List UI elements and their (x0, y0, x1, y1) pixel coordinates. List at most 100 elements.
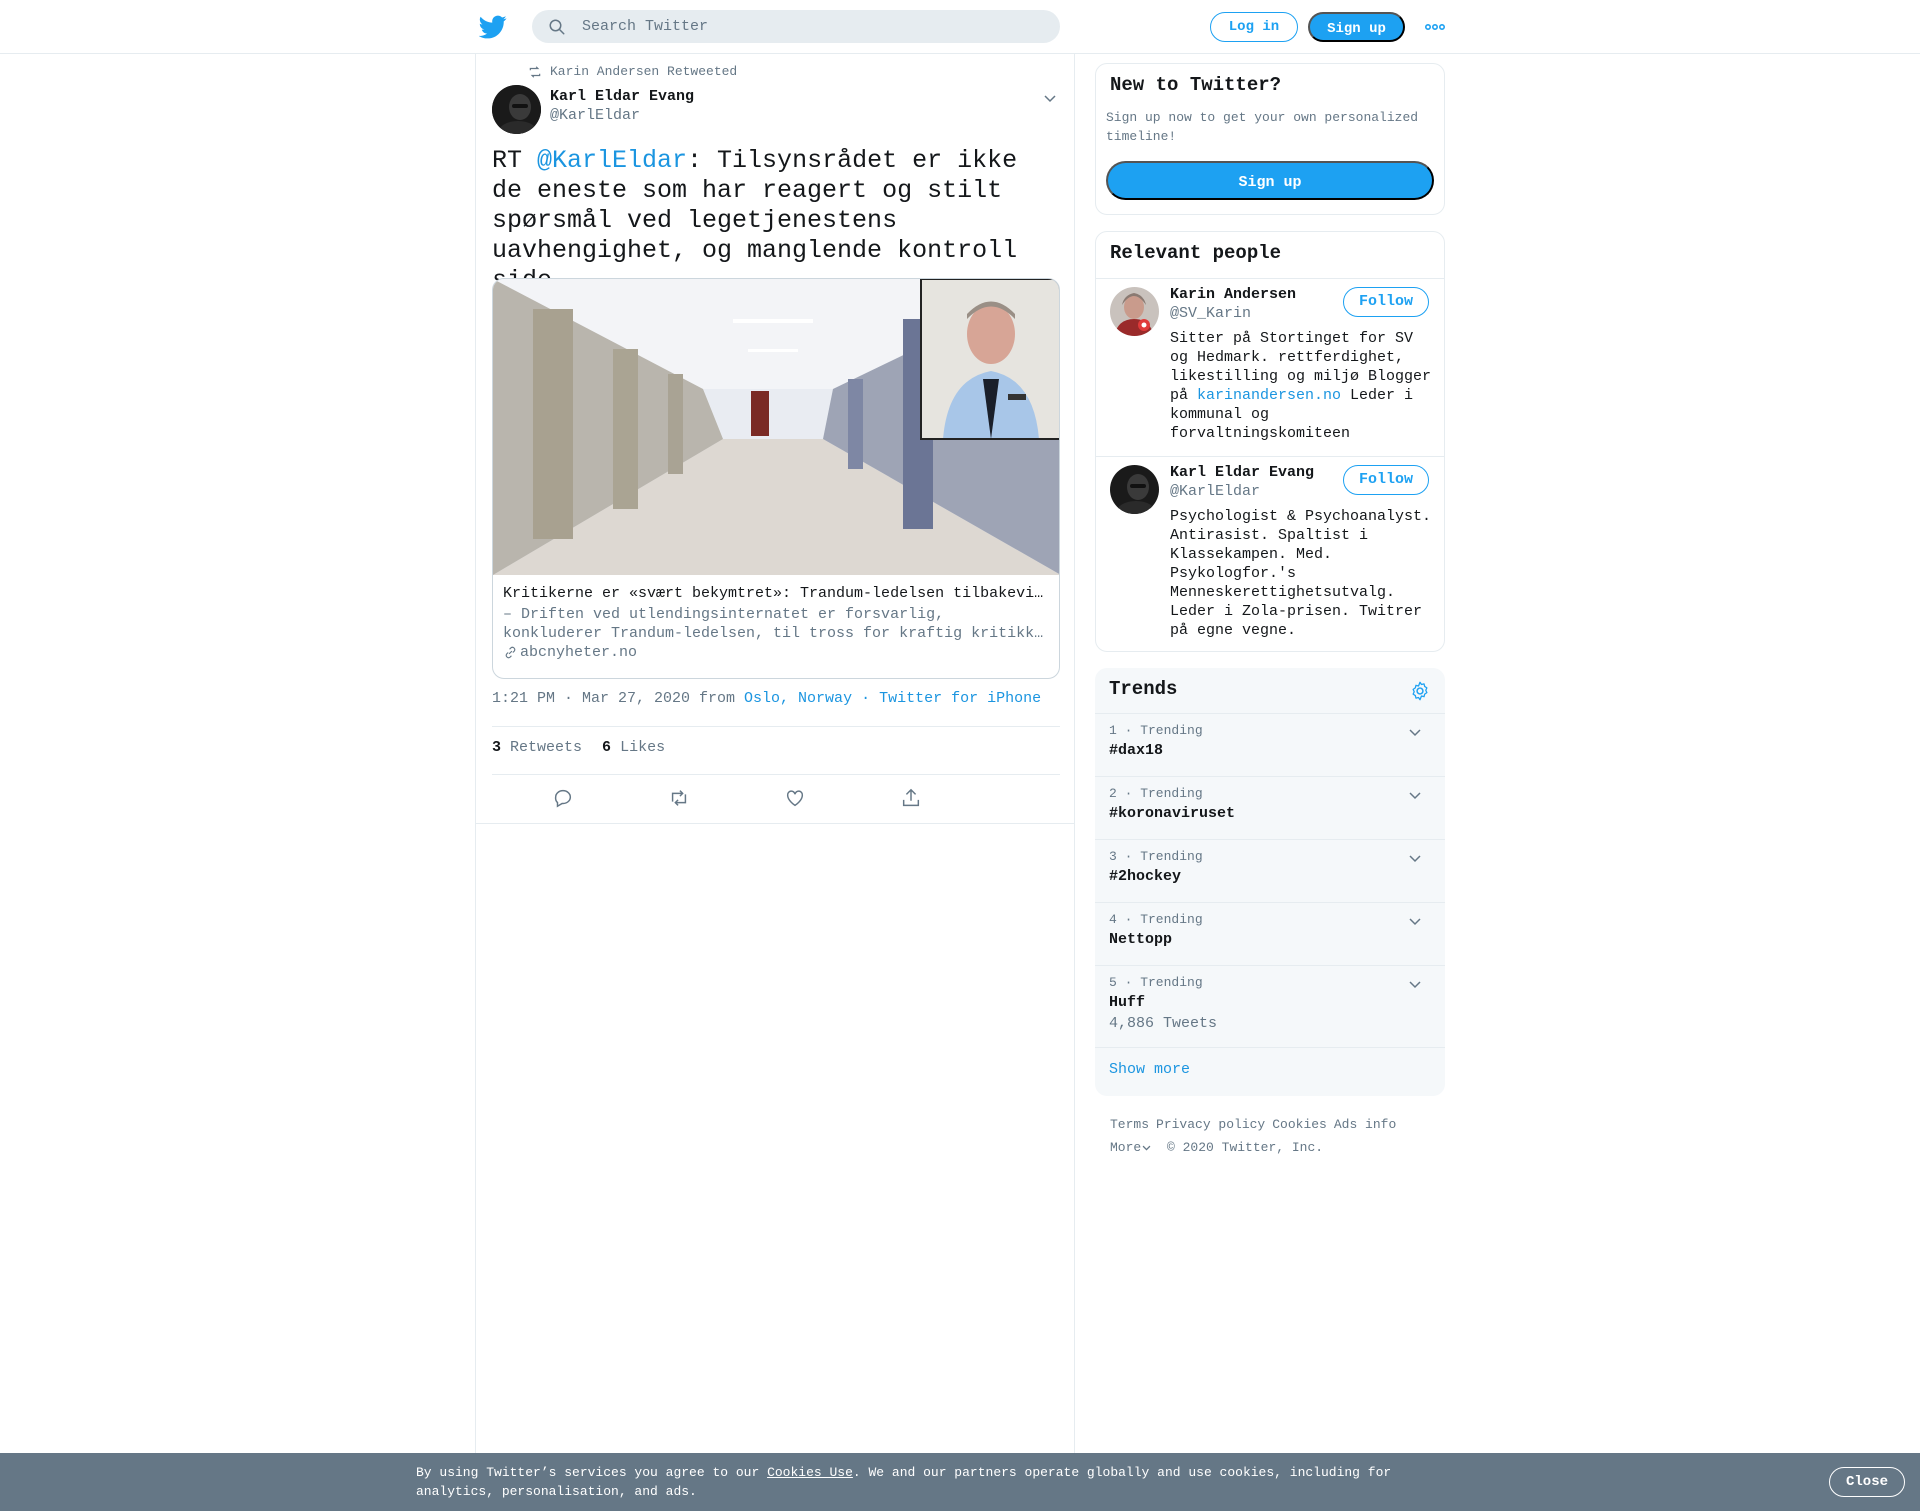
trend-name[interactable]: #2hockey (1109, 868, 1181, 885)
relevant-people-title: Relevant people (1110, 242, 1282, 264)
author-handle[interactable]: @KarlEldar (550, 107, 640, 124)
gear-icon[interactable] (1409, 680, 1431, 702)
person-name[interactable]: Karin Andersen (1170, 286, 1296, 303)
location-link[interactable]: Oslo, Norway (744, 690, 852, 707)
meta-separator: · (852, 690, 880, 707)
trend-item[interactable]: 3 · Trending #2hockey (1095, 839, 1445, 902)
card-description-line: – Driften ved utlendingsinternatet er fo… (503, 606, 945, 623)
trend-count: 4,886 Tweets (1109, 1015, 1218, 1032)
top-bar: Log in Sign up (0, 0, 1920, 54)
like-heart-icon[interactable] (784, 787, 806, 809)
person-avatar[interactable] (1110, 287, 1159, 336)
bio-link[interactable]: karinandersen.no (1197, 387, 1341, 404)
tweet-stats: 3 Retweets 6 Likes (492, 739, 665, 756)
trend-meta: 4 · Trending (1109, 912, 1203, 927)
likes-stat[interactable]: 6 Likes (602, 739, 665, 756)
retweet-icon (529, 65, 541, 78)
card-description-line: konkluderer Trandum-ledelsen, til tross … (503, 625, 1051, 642)
new-to-twitter-text: Sign up now to get your own personalized… (1106, 110, 1419, 144)
divider (1095, 1047, 1445, 1048)
mention-link[interactable]: @KarlEldar (537, 146, 687, 175)
search-icon (549, 19, 565, 35)
person-bio: Sitter på Stortinget for SV og Hedmark. … (1170, 329, 1436, 443)
card-domain-text: abcnyheter.no (520, 644, 638, 661)
sidebar-signup-button[interactable]: Sign up (1106, 161, 1434, 200)
footer-links: Terms Privacy policy Cookies Ads info More … (1110, 1113, 1450, 1159)
trend-item[interactable]: 1 · Trending #dax18 (1095, 713, 1445, 776)
search-box[interactable] (532, 10, 1060, 43)
divider (476, 823, 1074, 824)
person-name[interactable]: Karl Eldar Evang (1170, 464, 1314, 481)
retweets-stat[interactable]: 3 Retweets (492, 739, 582, 756)
ads-info-link[interactable]: Ads info (1334, 1117, 1396, 1132)
share-icon[interactable] (900, 787, 922, 809)
chevron-down-icon (1142, 1145, 1151, 1151)
person-handle[interactable]: @SV_Karin (1170, 305, 1251, 322)
close-cookie-button[interactable]: Close (1829, 1467, 1905, 1497)
link-icon (505, 646, 516, 659)
trend-name[interactable]: Nettopp (1109, 931, 1172, 948)
retweets-label: Retweets (510, 739, 583, 756)
tweet-actions (492, 775, 1060, 823)
card-title[interactable]: Kritikerne er «svært bekymtret»: Trandum… (503, 585, 1051, 602)
new-to-twitter-box: New to Twitter? Sign up now to get your … (1095, 63, 1445, 215)
tweet-text: RT @KarlEldar: Tilsynsrådet er ikke de e… (492, 146, 1062, 296)
person-handle[interactable]: @KarlEldar (1170, 483, 1260, 500)
chevron-down-icon[interactable] (1407, 976, 1423, 992)
terms-link[interactable]: Terms (1110, 1117, 1149, 1132)
trends-title: Trends (1109, 678, 1178, 700)
source-link[interactable]: Twitter for iPhone (879, 690, 1041, 707)
more-options-icon[interactable] (1424, 18, 1446, 36)
tweet-text-prefix: RT (492, 146, 538, 175)
tweet-meta: 1:21 PM · Mar 27, 2020 from Oslo, Norway… (492, 690, 1041, 707)
chevron-down-icon[interactable] (1407, 724, 1423, 740)
tweet-timestamp[interactable]: 1:21 PM · Mar 27, 2020 from (492, 690, 744, 707)
card-domain: abcnyheter.no (503, 644, 637, 661)
relevant-people-box: Relevant people Karin Andersen @SV_Karin… (1095, 231, 1445, 652)
follow-button[interactable]: Follow (1343, 465, 1429, 495)
trend-name[interactable]: #koronaviruset (1109, 805, 1235, 822)
person-card: Karin Andersen @SV_Karin Follow Sitter p… (1096, 279, 1444, 456)
chevron-down-icon[interactable] (1407, 913, 1423, 929)
likes-count: 6 (602, 739, 612, 756)
trend-item[interactable]: 2 · Trending #koronaviruset (1095, 776, 1445, 839)
cookie-text: By using Twitter’s services you agree to… (416, 1463, 1416, 1501)
link-card[interactable]: Kritikerne er «svært bekymtret»: Trandum… (492, 278, 1060, 679)
search-input[interactable] (582, 10, 1042, 43)
login-button[interactable]: Log in (1210, 12, 1298, 42)
trend-meta: 3 · Trending (1109, 849, 1203, 864)
card-description: – Driften ved utlendingsinternatet er fo… (503, 605, 1051, 643)
author-avatar[interactable] (492, 85, 541, 134)
chevron-down-icon[interactable] (1407, 787, 1423, 803)
retweet-context: Karin Andersen Retweeted (528, 64, 737, 79)
trend-item[interactable]: 4 · Trending Nettopp (1095, 902, 1445, 965)
signup-button[interactable]: Sign up (1308, 12, 1405, 42)
follow-button[interactable]: Follow (1343, 287, 1429, 317)
retweets-count: 3 (492, 739, 502, 756)
more-menu[interactable]: More (1110, 1140, 1152, 1155)
cookie-banner: By using Twitter’s services you agree to… (0, 1453, 1920, 1511)
trend-name[interactable]: #dax18 (1109, 742, 1163, 759)
cookie-text-part: By using Twitter’s services you agree to… (416, 1465, 768, 1480)
trend-meta: 2 · Trending (1109, 786, 1203, 801)
cookies-link[interactable]: Cookies (1272, 1117, 1327, 1132)
trend-name[interactable]: Huff (1109, 994, 1145, 1011)
chevron-down-icon[interactable] (1042, 90, 1058, 106)
person-avatar[interactable] (1110, 465, 1159, 514)
author-name[interactable]: Karl Eldar Evang (550, 88, 694, 105)
twitter-bird-icon[interactable] (479, 13, 507, 41)
retweet-icon[interactable] (668, 787, 690, 809)
copyright: © 2020 Twitter, Inc. (1167, 1140, 1324, 1155)
person-card: Karl Eldar Evang @KarlEldar Follow Psych… (1096, 457, 1444, 652)
retweeted-by-text: Karin Andersen Retweeted (550, 64, 738, 79)
cookies-use-link[interactable]: Cookies Use (767, 1465, 853, 1480)
trend-item[interactable]: 5 · Trending Huff 4,886 Tweets (1095, 965, 1445, 1047)
card-image (493, 279, 1059, 575)
show-more-link[interactable]: Show more (1109, 1061, 1190, 1078)
trends-box: Trends 1 · Trending #dax18 2 · Trending … (1095, 668, 1445, 1096)
privacy-link[interactable]: Privacy policy (1156, 1117, 1265, 1132)
reply-icon[interactable] (552, 787, 574, 809)
divider (492, 726, 1060, 727)
chevron-down-icon[interactable] (1407, 850, 1423, 866)
likes-label: Likes (620, 739, 666, 756)
